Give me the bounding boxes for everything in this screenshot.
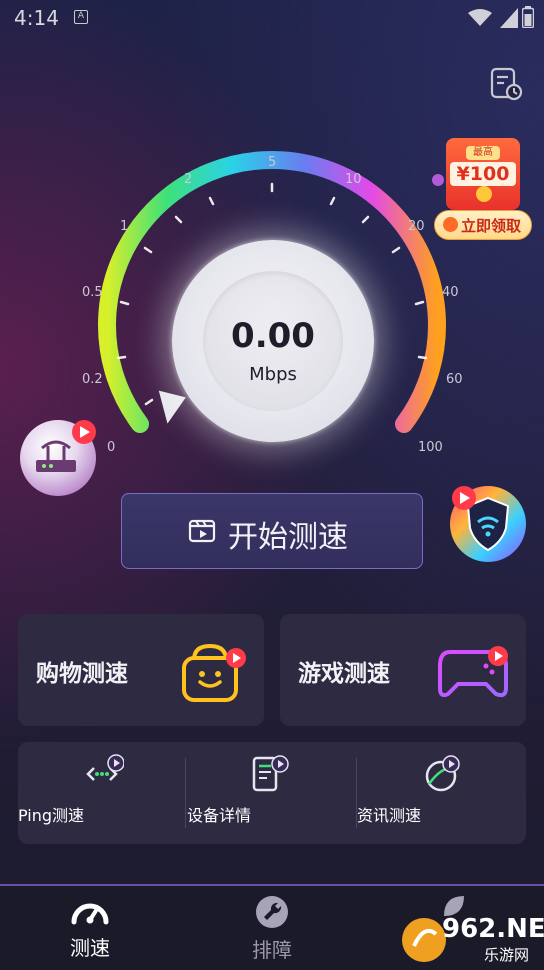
tick-label-40: 40 [442,285,459,300]
ping-icon [86,754,124,781]
gamepad-icon [438,646,508,698]
router-icon [20,420,96,496]
shopping-card-title: 购物测速 [36,661,128,687]
clapperboard-play-icon [188,519,216,543]
speed-value: 0.00 [231,316,315,356]
tick-label-0.5: 0.5 [82,285,103,300]
game-card-title: 游戏测速 [298,661,390,687]
tool-device[interactable]: 设备详情 [186,742,356,844]
nav-tab-speed-label: 测速 [70,936,110,960]
tick-label-10: 10 [345,172,362,187]
promo-top-label: 最高 [466,146,500,160]
shield-wifi-icon [450,486,526,562]
promo-bubble [432,174,444,186]
wrench-icon [256,896,288,928]
tick-label-60: 60 [446,372,463,387]
nav-tab-troubleshoot-label: 排障 [252,938,292,962]
wifi-security-bubble[interactable] [448,484,528,564]
tick-label-2: 2 [184,172,193,187]
speed-unit: Mbps [249,364,297,385]
device-icon [252,755,289,792]
promo-cta-label: 立即领取 [461,217,522,235]
tick-label-5: 5 [268,155,277,170]
news-icon [425,755,460,792]
game-speed-card[interactable]: 游戏测速 [280,614,526,726]
shopping-speed-card[interactable]: 购物测速 [18,614,264,726]
watermark-brand: 962.NET [442,914,544,944]
start-button-label: 开始测速 [228,520,348,555]
tool-ping-label: Ping测速 [18,806,85,825]
watermark-sub: 乐游网 [484,946,530,964]
tick-label-0.2: 0.2 [82,372,103,387]
tool-news-label: 资讯测速 [357,806,422,825]
tick-label-100: 100 [418,440,443,455]
play-icon [443,217,458,232]
tick-label-20: 20 [408,219,425,234]
tick-label-0: 0 [107,440,116,455]
promo-cta-button[interactable]: 立即领取 [434,210,532,240]
promo-card: 最高 ¥100 [446,138,520,210]
nav-tab-speed[interactable]: 测速 [30,892,150,964]
tool-device-label: 设备详情 [187,806,252,825]
tool-news[interactable]: 资讯测速 [357,742,526,844]
tool-ping[interactable]: Ping测速 [18,742,186,844]
site-watermark: 962.NET 乐游网 [400,912,544,966]
watermark-logo [402,918,446,962]
tick-label-1: 1 [120,219,129,234]
promo-red-envelope[interactable]: 最高 ¥100 立即领取 [432,136,534,244]
speedometer-icon [71,903,109,925]
coin-icon [476,186,492,202]
router-bubble[interactable] [18,418,98,498]
shopping-bag-icon [182,643,246,702]
nav-tab-troubleshoot[interactable]: 排障 [212,892,332,964]
promo-amount: ¥100 [450,162,516,186]
